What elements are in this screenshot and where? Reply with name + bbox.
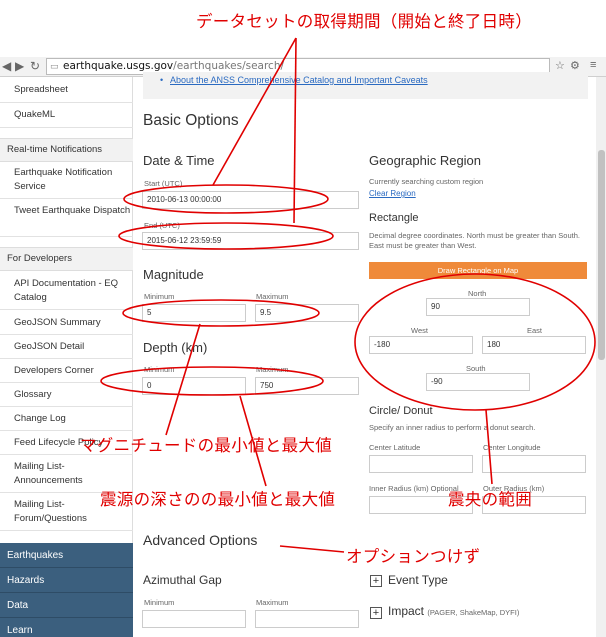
expand-plus-icon[interactable]: + — [370, 575, 382, 587]
draw-rectangle-button[interactable]: Draw Rectangle on Map — [369, 262, 587, 279]
south-label: South — [466, 364, 486, 373]
advanced-options-heading: Advanced Options — [143, 532, 258, 548]
sidebar-item-api-docs[interactable]: API Documentation - EQ Catalog — [0, 274, 133, 310]
azimuthal-gap-heading: Azimuthal Gap — [143, 573, 222, 587]
end-time-input[interactable]: 2015-06-12 23:59:59 — [142, 232, 359, 250]
azimuthal-min-label: Minimum — [144, 598, 175, 607]
sidebar-item-label: Mailing List-Announcements — [14, 461, 83, 486]
clear-region-link[interactable]: Clear Region — [369, 189, 416, 198]
forward-arrow-icon[interactable]: ▶ — [15, 59, 24, 73]
sidebar-item-glossary[interactable]: Glossary — [0, 384, 133, 407]
sidebar-heading-developers: For Developers — [0, 247, 133, 271]
magnitude-heading: Magnitude — [143, 267, 204, 282]
sidebar-item-label: Developers Corner — [14, 365, 94, 376]
back-arrow-icon[interactable]: ◀ — [2, 59, 11, 73]
magnitude-min-label: Minimum — [144, 292, 175, 301]
center-longitude-input[interactable] — [482, 455, 586, 473]
nav-hazards[interactable]: Hazards — [0, 568, 133, 593]
sidebar-item-label: Spreadsheet — [14, 84, 68, 95]
rectangle-heading: Rectangle — [369, 212, 419, 224]
west-input[interactable]: -180 — [369, 336, 473, 354]
nav-earthquakes[interactable]: Earthquakes — [0, 543, 133, 568]
sidebar-item-developers-corner[interactable]: Developers Corner — [0, 360, 133, 383]
rectangle-note: Decimal degree coordinates. North must b… — [369, 231, 580, 250]
page-icon: ▭ — [50, 62, 59, 72]
annotation-date-range: データセットの取得期間（開始と終了日時） — [196, 12, 532, 31]
expand-plus-icon[interactable]: + — [370, 607, 382, 619]
depth-min-label: Minimum — [144, 365, 175, 374]
custom-region-note: Currently searching custom region — [369, 177, 484, 186]
sidebar-item-label: Mailing List-Forum/Questions — [14, 499, 87, 524]
east-input[interactable]: 180 — [482, 336, 586, 354]
start-time-input[interactable]: 2010-06-13 00:00:00 — [142, 191, 359, 209]
magnitude-max-label: Maximum — [256, 292, 289, 301]
depth-min-input[interactable]: 0 — [142, 377, 246, 395]
impact-label: Impact — [388, 604, 425, 618]
annotation-epicenter: 震央の範囲 — [448, 490, 532, 509]
sidebar-item-label: GeoJSON Detail — [14, 341, 85, 352]
url-host: earthquake.usgs.gov — [63, 60, 174, 72]
sidebar: Spreadsheet QuakeML Real-time Notificati… — [0, 77, 133, 637]
sidebar-item-label: GeoJSON Summary — [14, 317, 101, 328]
geographic-region-heading: Geographic Region — [369, 153, 482, 168]
sidebar-item-spreadsheet[interactable]: Spreadsheet — [0, 79, 133, 103]
sidebar-item-quakeml[interactable]: QuakeML — [0, 104, 133, 128]
extension-icon[interactable]: ⚙ — [570, 59, 580, 72]
caveats-link[interactable]: About the ANSS Comprehensive Catalog and… — [170, 75, 428, 85]
sidebar-heading-realtime: Real-time Notifications — [0, 138, 133, 162]
inner-radius-label: Inner Radius (km) Optional — [369, 484, 459, 493]
date-time-heading: Date & Time — [143, 153, 215, 168]
center-latitude-label: Center Latitude — [369, 443, 421, 452]
sidebar-item-label: API Documentation - EQ Catalog — [14, 278, 119, 303]
reload-icon[interactable]: ↻ — [30, 59, 40, 73]
annotation-depth: 震源の深さのの最小値と最大値 — [100, 490, 336, 509]
impact-note: (PAGER, ShakeMap, DYFI) — [427, 608, 520, 617]
url-path: /earthquakes/search/ — [173, 60, 285, 72]
nav-data[interactable]: Data — [0, 593, 133, 618]
start-label: Start (UTC) — [144, 179, 183, 188]
center-longitude-label: Center Longitude — [483, 443, 541, 452]
bookmark-star-icon[interactable]: ☆ — [555, 59, 565, 72]
sidebar-item-geojson-summary[interactable]: GeoJSON Summary — [0, 312, 133, 335]
circle-donut-heading: Circle/ Donut — [369, 405, 433, 417]
annotation-magnitude: マグニチュードの最小値と最大値 — [80, 436, 332, 455]
sidebar-item-label: Glossary — [14, 389, 52, 400]
magnitude-min-input[interactable]: 5 — [142, 304, 246, 322]
depth-heading: Depth (km) — [143, 340, 208, 355]
magnitude-max-input[interactable]: 9.5 — [255, 304, 359, 322]
sidebar-item-label: Earthquake Notification Service — [14, 167, 113, 192]
azimuthal-max-label: Maximum — [256, 598, 289, 607]
sidebar-item-label: Change Log — [14, 413, 66, 424]
scrollbar-thumb[interactable] — [598, 150, 605, 360]
bullet-icon: • — [160, 75, 164, 85]
nav-learn[interactable]: Learn — [0, 618, 133, 637]
azimuthal-max-input[interactable] — [255, 610, 359, 628]
east-label: East — [527, 326, 543, 335]
event-type-heading[interactable]: Event Type — [388, 573, 448, 587]
menu-icon[interactable]: ≡ — [590, 59, 596, 71]
north-input[interactable]: 90 — [426, 298, 530, 316]
sidebar-item-geojson-detail[interactable]: GeoJSON Detail — [0, 336, 133, 359]
advanced-pointer-line — [279, 545, 345, 553]
south-input[interactable]: -90 — [426, 373, 530, 391]
end-label: End (UTC) — [144, 221, 180, 230]
sidebar-item-label: QuakeML — [14, 109, 56, 120]
west-label: West — [411, 326, 428, 335]
donut-note: Specify an inner radius to perform a don… — [369, 423, 536, 432]
sidebar-item-label: Tweet Earthquake Dispatch — [14, 205, 131, 216]
annotation-advanced: オプションつけず — [346, 547, 481, 566]
depth-max-label: Maximum — [256, 365, 289, 374]
depth-max-input[interactable]: 750 — [255, 377, 359, 395]
sidebar-item-tweet-dispatch[interactable]: Tweet Earthquake Dispatch — [0, 201, 133, 237]
north-label: North — [468, 289, 487, 298]
azimuthal-min-input[interactable] — [142, 610, 246, 628]
sidebar-item-change-log[interactable]: Change Log — [0, 408, 133, 431]
impact-heading[interactable]: Impact (PAGER, ShakeMap, DYFI) — [388, 604, 519, 618]
basic-options-heading: Basic Options — [143, 112, 239, 129]
center-latitude-input[interactable] — [369, 455, 473, 473]
sidebar-item-notification-service[interactable]: Earthquake Notification Service — [0, 163, 133, 199]
